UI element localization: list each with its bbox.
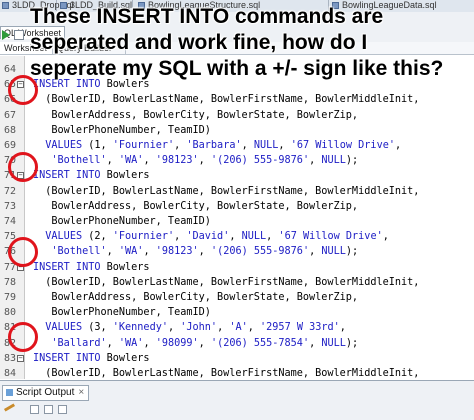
line-number: 78 <box>3 276 16 288</box>
code-text: 'Bothell', 'WA', '98123', '(206) 555-987… <box>51 246 359 258</box>
code-text: BowlerAddress, BowlerCity, BowlerState, … <box>33 200 359 212</box>
annotation-circle <box>8 322 38 352</box>
code-text: BowlerPhoneNumber, TeamID) <box>33 124 211 136</box>
editor-tab-3ldd-drop[interactable]: 3LDD_Drop.sql <box>0 0 74 11</box>
code-text: (BowlerID, BowlerLastName, BowlerFirstNa… <box>33 94 420 106</box>
editor-tab-label: BowlingLeagueData.sql <box>342 0 437 10</box>
code-line[interactable]: 72 (BowlerID, BowlerLastName, BowlerFirs… <box>0 184 474 200</box>
code-text: INSERT INTO Bowlers <box>33 170 150 182</box>
line-number: 67 <box>3 109 16 121</box>
code-text: VALUES (1, 'Fournier', 'Barbara', NULL, … <box>45 140 402 151</box>
code-text: BowlerAddress, BowlerCity, BowlerState, … <box>33 292 359 303</box>
code-line[interactable]: 71− INSERT INTO Bowlers <box>0 168 474 184</box>
code-line[interactable]: 84 (BowlerID, BowlerLastName, BowlerFirs… <box>0 366 474 379</box>
sql-file-icon <box>60 2 67 9</box>
line-number: 64 <box>3 64 16 75</box>
code-line[interactable]: 83− INSERT INTO Bowlers <box>0 351 474 367</box>
code-line[interactable]: 82 'Ballard', 'WA', '98099', '(206) 555-… <box>0 336 474 352</box>
code-text: (BowlerID, BowlerLastName, BowlerFirstNa… <box>33 185 420 197</box>
line-number: 74 <box>3 216 16 227</box>
code-text: 'Bothell', 'WA', '98123', '(206) 555-987… <box>51 155 359 167</box>
output-icon <box>6 389 13 396</box>
code-line[interactable]: 69 VALUES (1, 'Fournier', 'Barbara', NUL… <box>0 138 474 154</box>
code-text: INSERT INTO Bowlers <box>33 352 150 364</box>
sql-file-icon <box>332 2 339 9</box>
code-text: BowlerAddress, BowlerCity, BowlerState, … <box>33 109 359 121</box>
code-line[interactable]: 77− INSERT INTO Bowlers <box>0 260 474 276</box>
sql-file-icon <box>138 2 145 9</box>
code-line[interactable]: 81 VALUES (3, 'Kennedy', 'John', 'A', '2… <box>0 320 474 336</box>
line-number: 79 <box>3 292 16 303</box>
code-line[interactable]: 66 (BowlerID, BowlerLastName, BowlerFirs… <box>0 92 474 108</box>
code-text: 'Ballard', 'WA', '98099', '(206) 555-785… <box>51 337 359 349</box>
editor-tab-label: 3LDD_Build.sql <box>70 0 133 10</box>
clear-icon[interactable] <box>58 405 67 414</box>
line-number: 83 <box>3 352 16 364</box>
code-line[interactable]: 70 'Bothell', 'WA', '98123', '(206) 555-… <box>0 153 474 169</box>
editor-tab-bowling-data[interactable]: BowlingLeagueData.sql <box>330 0 474 11</box>
code-text: INSERT INTO Bowlers <box>33 261 150 273</box>
code-text: INSERT INTO Bowlers <box>33 79 150 91</box>
script-output-label: Script Output <box>16 387 75 398</box>
sql-file-icon <box>2 2 9 9</box>
annotation-circle <box>8 75 38 105</box>
editor-tab-label: BowlingLeagueStructure.sql <box>148 0 261 10</box>
code-text: BowlerPhoneNumber, TeamID) <box>33 307 211 319</box>
line-number: 84 <box>3 368 16 379</box>
code-text: VALUES (3, 'Kennedy', 'John', 'A', '2957… <box>45 322 346 334</box>
run-script-icon[interactable] <box>14 30 24 40</box>
code-line[interactable]: 79 BowlerAddress, BowlerCity, BowlerStat… <box>0 290 474 306</box>
code-line[interactable]: 73 BowlerAddress, BowlerCity, BowlerStat… <box>0 199 474 215</box>
tab-query-builder[interactable]: Query Builder <box>53 42 126 54</box>
save-icon[interactable] <box>30 405 39 414</box>
script-output-tab[interactable]: Script Output × <box>2 385 90 401</box>
close-icon[interactable]: × <box>78 387 84 398</box>
code-line[interactable]: 78 (BowlerID, BowlerLastName, BowlerFirs… <box>0 275 474 291</box>
line-number: 72 <box>3 185 16 197</box>
editor-tab-3ldd-build[interactable]: 3LDD_Build.sql <box>58 0 133 11</box>
editor-tab-bowling-structure[interactable]: BowlingLeagueStructure.sql <box>136 0 329 11</box>
code-line[interactable]: 65− INSERT INTO Bowlers <box>0 77 474 93</box>
code-text: (BowlerID, BowlerLastName, BowlerFirstNa… <box>33 276 420 288</box>
code-line[interactable]: 80 BowlerPhoneNumber, TeamID) <box>0 305 474 321</box>
code-line[interactable]: 76 'Bothell', 'WA', '98123', '(206) 555-… <box>0 244 474 260</box>
code-text: BowlerPhoneNumber, TeamID) <box>33 216 211 227</box>
line-number: 69 <box>3 140 16 151</box>
output-panel: Script Output × <box>0 380 474 420</box>
sql-editor[interactable]: 64 65− INSERT INTO Bowlers 66 (BowlerID, Bo… <box>0 56 474 379</box>
annotation-circle <box>8 237 38 267</box>
annotation-circle <box>8 152 38 182</box>
line-number: 73 <box>3 200 16 212</box>
code-line[interactable]: 64 <box>0 62 474 78</box>
code-text: VALUES (2, 'Fournier', 'David', NULL, '6… <box>45 231 389 243</box>
line-number: 68 <box>3 124 16 136</box>
run-icon[interactable] <box>2 30 10 40</box>
line-number: 80 <box>3 307 16 319</box>
code-text: (BowlerID, BowlerLastName, BowlerFirstNa… <box>33 368 420 379</box>
toolbar: QL Worksheet <box>0 12 474 43</box>
code-line[interactable]: 75 VALUES (2, 'Fournier', 'David', NULL,… <box>0 229 474 245</box>
print-icon[interactable] <box>44 405 53 414</box>
tab-worksheet[interactable]: Worksheet <box>0 42 53 54</box>
code-line[interactable]: 74 BowlerPhoneNumber, TeamID) <box>0 214 474 230</box>
worksheet-subtabs: Worksheet Query Builder <box>0 42 474 55</box>
pencil-icon[interactable] <box>3 403 16 412</box>
code-line[interactable]: 68 BowlerPhoneNumber, TeamID) <box>0 123 474 139</box>
code-line[interactable]: 67 BowlerAddress, BowlerCity, BowlerStat… <box>0 108 474 124</box>
fold-collapse-icon[interactable]: − <box>17 354 24 362</box>
